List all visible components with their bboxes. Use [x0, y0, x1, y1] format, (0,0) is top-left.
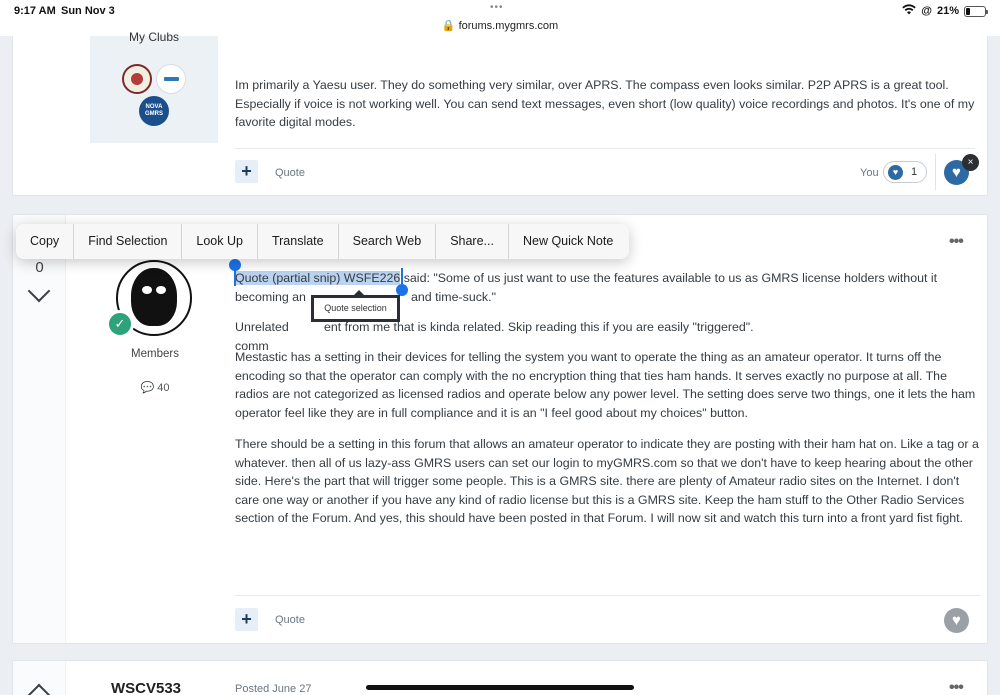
divider [235, 595, 980, 596]
menu-look-up[interactable]: Look Up [182, 224, 258, 259]
paragraph-setting: There should be a setting in this forum … [235, 437, 979, 526]
post-card-previous: My Clubs NOVA GMRS Im primarily a Yaesu … [12, 30, 988, 196]
post-count: 💬 40 [140, 382, 170, 394]
menu-translate[interactable]: Translate [258, 224, 339, 259]
quote-line: Quote (partial snip) WSFE226 said: "Some… [235, 271, 938, 285]
upvote-chevron-icon[interactable] [27, 683, 51, 695]
menu-new-quick-note[interactable]: New Quick Note [509, 224, 627, 259]
selection-start-caret [234, 268, 236, 286]
home-indicator[interactable] [366, 685, 634, 690]
reaction-count: 1 [911, 166, 918, 178]
menu-copy[interactable]: Copy [16, 224, 75, 259]
downvote-chevron-icon[interactable] [27, 279, 51, 303]
rank-badge-icon: ✓ [106, 310, 134, 338]
reaction-summary[interactable]: ♥ 1 [883, 161, 927, 183]
status-right: @ 21% [902, 4, 988, 18]
menu-search-web[interactable]: Search Web [339, 224, 437, 259]
orientation-lock-icon: @ [921, 5, 932, 17]
vote-column: 0 [13, 215, 66, 643]
reaction-you-label: You [860, 167, 879, 179]
lock-icon: 🔒 [441, 20, 456, 32]
post-card: 0 ••• ✓ Members 💬 40 Quote (partial snip… [12, 214, 988, 644]
paragraph-unrelated-end: ent from me that is kinda related. Skip … [324, 320, 754, 334]
status-time: 9:17 AM [14, 5, 56, 17]
vote-column [13, 661, 66, 695]
selected-text[interactable]: Quote (partial snip) WSFE226 [235, 271, 401, 285]
avatar-eye [156, 286, 166, 294]
my-clubs-label: My Clubs [128, 30, 179, 44]
skull-avatar-image [131, 268, 177, 326]
status-date: Sun Nov 3 [61, 5, 115, 17]
post-date: Posted June 27 [235, 683, 312, 695]
multitask-dots-icon[interactable]: ••• [490, 2, 504, 13]
menu-share[interactable]: Share... [436, 224, 509, 259]
divider [935, 154, 936, 190]
author-panel: My Clubs NOVA GMRS [90, 30, 218, 143]
remove-reaction-icon[interactable]: × [962, 154, 979, 171]
multiquote-button[interactable]: + [235, 160, 258, 183]
like-heart-icon: ♥ [888, 164, 903, 180]
battery-icon [964, 5, 988, 17]
quote-button[interactable]: Quote [275, 167, 305, 179]
battery-percent: 21% [936, 5, 959, 17]
wifi-icon [902, 4, 916, 18]
divider [235, 148, 975, 149]
quote-line-2-end: and time-suck." [411, 290, 496, 304]
vote-count: 0 [35, 259, 44, 276]
quote-selection-button[interactable]: Quote selection [311, 290, 400, 322]
paragraph-meshtastic: Mestastic has a setting in their devices… [235, 350, 976, 420]
post-body: Im primarily a Yaesu user. They do somet… [235, 78, 975, 130]
member-group: Members [131, 348, 179, 360]
comment-bubble-icon: 💬 [140, 382, 155, 394]
post-options-ellipsis-icon[interactable]: ••• [949, 679, 964, 695]
club-nova-gmrs-icon[interactable]: NOVA GMRS [139, 96, 169, 126]
post-options-ellipsis-icon[interactable]: ••• [949, 233, 964, 251]
react-heart-icon[interactable]: ♥ [944, 608, 969, 633]
multiquote-button[interactable]: + [235, 608, 258, 631]
url-text: forums.mygmrs.com [458, 20, 559, 32]
club-ship-icon[interactable] [156, 64, 186, 94]
post-author[interactable]: WSCV533 [111, 680, 181, 695]
club-seal-icon[interactable] [122, 64, 152, 94]
text-context-menu: Copy Find Selection Look Up Translate Se… [16, 224, 629, 259]
menu-find-selection[interactable]: Find Selection [74, 224, 183, 259]
avatar-eye [142, 286, 152, 294]
quote-button[interactable]: Quote [275, 614, 305, 626]
